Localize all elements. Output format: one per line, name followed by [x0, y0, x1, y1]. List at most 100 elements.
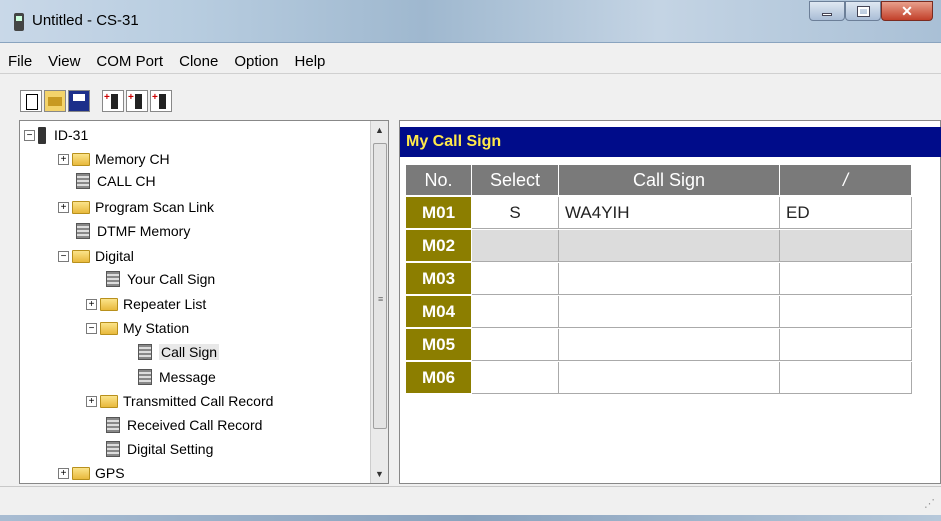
tree-item-call-sign[interactable]: Call Sign — [138, 340, 220, 364]
folder-icon — [100, 321, 118, 335]
write-to-radio-icon[interactable] — [126, 90, 148, 112]
section-title: My Call Sign — [400, 127, 941, 157]
suffix-cell[interactable]: ED — [780, 197, 912, 229]
tree-item-label: Program Scan Link — [95, 199, 215, 215]
menu-option[interactable]: Option — [226, 53, 286, 70]
tree-item-my-station[interactable]: − My Station — [86, 316, 189, 340]
call-sign-cell[interactable] — [559, 296, 780, 328]
radio-device-icon — [38, 126, 46, 144]
select-cell[interactable] — [472, 230, 559, 262]
row-header[interactable]: M03 — [406, 263, 471, 295]
row-header[interactable]: M04 — [406, 296, 471, 328]
tree-item-dtmf-memory[interactable]: DTMF Memory — [76, 219, 190, 243]
minimize-button[interactable] — [809, 1, 845, 21]
menu-file[interactable]: File — [0, 53, 40, 70]
close-icon: ✕ — [901, 2, 913, 19]
scroll-up-icon[interactable]: ▲ — [375, 125, 384, 135]
tree-item-memory-ch[interactable]: + Memory CH — [58, 147, 170, 171]
tree-item-gps[interactable]: + GPS — [58, 461, 125, 483]
tree-item-id31[interactable]: − ID-31 — [24, 123, 88, 147]
collapse-icon[interactable]: − — [86, 322, 97, 334]
document-icon — [138, 369, 152, 385]
editor-pane: My Call Sign No. Select Call Sign / M01 … — [399, 120, 941, 484]
column-header-no[interactable]: No. — [406, 165, 472, 195]
window-title: Untitled - CS-31 — [32, 12, 139, 29]
folder-icon — [72, 466, 90, 480]
grip-icon: ≡ — [378, 294, 384, 304]
tree-item-label: ID-31 — [54, 127, 89, 143]
resize-grip-icon[interactable]: ⋰ — [924, 497, 935, 510]
tree-item-digital-setting[interactable]: Digital Setting — [106, 437, 213, 461]
tree-item-label: Digital Setting — [127, 441, 214, 457]
expand-icon[interactable]: + — [58, 201, 69, 213]
select-cell[interactable]: S — [472, 197, 559, 229]
document-icon — [106, 271, 120, 287]
menu-bar: File View COM Port Clone Option Help — [0, 50, 941, 74]
tree-item-message[interactable]: Message — [138, 365, 216, 389]
folder-icon — [72, 152, 90, 166]
column-header-call-sign[interactable]: Call Sign — [559, 165, 780, 195]
save-icon[interactable] — [68, 90, 90, 112]
row-header[interactable]: M05 — [406, 329, 471, 361]
tree-item-your-call-sign[interactable]: Your Call Sign — [106, 267, 215, 291]
folder-icon — [72, 200, 90, 214]
tree-item-digital[interactable]: − Digital — [58, 244, 134, 268]
document-icon — [76, 223, 90, 239]
select-cell[interactable] — [472, 329, 559, 361]
new-file-icon[interactable] — [20, 90, 42, 112]
tree-item-repeater-list[interactable]: + Repeater List — [86, 292, 206, 316]
maximize-button[interactable] — [845, 1, 881, 21]
menu-help[interactable]: Help — [287, 53, 334, 70]
suffix-cell[interactable] — [780, 230, 912, 262]
menu-clone[interactable]: Clone — [171, 53, 226, 70]
tree-item-program-scan-link[interactable]: + Program Scan Link — [58, 195, 214, 219]
select-cell[interactable] — [472, 362, 559, 394]
collapse-icon[interactable]: − — [24, 129, 35, 141]
open-folder-icon[interactable] — [44, 90, 66, 112]
expand-icon[interactable]: + — [58, 467, 69, 479]
read-from-radio-icon[interactable] — [102, 90, 124, 112]
call-sign-cell[interactable] — [559, 362, 780, 394]
expand-icon[interactable]: + — [86, 395, 97, 407]
tree-item-label: DTMF Memory — [97, 223, 191, 239]
suffix-cell[interactable] — [780, 263, 912, 295]
suffix-cell[interactable] — [780, 362, 912, 394]
select-cell[interactable] — [472, 263, 559, 295]
call-sign-cell[interactable]: WA4YIH — [559, 197, 780, 229]
row-header[interactable]: M06 — [406, 362, 471, 394]
tree-item-label: Your Call Sign — [127, 271, 216, 287]
select-cell[interactable] — [472, 296, 559, 328]
expand-icon[interactable]: + — [58, 153, 69, 165]
window-controls: ✕ — [809, 1, 933, 21]
call-sign-cell[interactable] — [559, 230, 780, 262]
clone-radio-icon[interactable] — [150, 90, 172, 112]
toolbar — [0, 83, 941, 119]
document-icon — [138, 344, 152, 360]
tree-item-label: Received Call Record — [127, 417, 263, 433]
row-header[interactable]: M01 — [406, 197, 471, 229]
tree-item-received-call-record[interactable]: Received Call Record — [106, 413, 262, 437]
scroll-thumb[interactable]: ≡ — [373, 143, 387, 429]
expand-icon[interactable]: + — [86, 298, 97, 310]
tree-item-transmitted-call-record[interactable]: + Transmitted Call Record — [86, 389, 273, 413]
radio-app-icon — [14, 13, 24, 31]
tree-scrollbar[interactable]: ▲ ≡ ▼ — [370, 121, 388, 483]
call-sign-cell[interactable] — [559, 263, 780, 295]
tree-view: − ID-31 + Memory CH CALL CH + Program Sc… — [19, 120, 389, 484]
suffix-cell[interactable] — [780, 329, 912, 361]
folder-icon — [72, 249, 90, 263]
menu-view[interactable]: View — [40, 53, 88, 70]
scroll-down-icon[interactable]: ▼ — [375, 469, 384, 479]
column-header-select[interactable]: Select — [472, 165, 559, 195]
collapse-icon[interactable]: − — [58, 250, 69, 262]
close-button[interactable]: ✕ — [881, 1, 933, 21]
menu-com-port[interactable]: COM Port — [88, 53, 171, 70]
column-header-suffix[interactable]: / — [780, 165, 912, 195]
row-header[interactable]: M02 — [406, 230, 471, 262]
tree-item-label: Repeater List — [123, 296, 207, 312]
title-bar: Untitled - CS-31 ✕ — [0, 0, 941, 43]
call-sign-cell[interactable] — [559, 329, 780, 361]
suffix-cell[interactable] — [780, 296, 912, 328]
status-bar: ⋰ — [0, 486, 941, 521]
tree-item-call-ch[interactable]: CALL CH — [76, 169, 156, 193]
